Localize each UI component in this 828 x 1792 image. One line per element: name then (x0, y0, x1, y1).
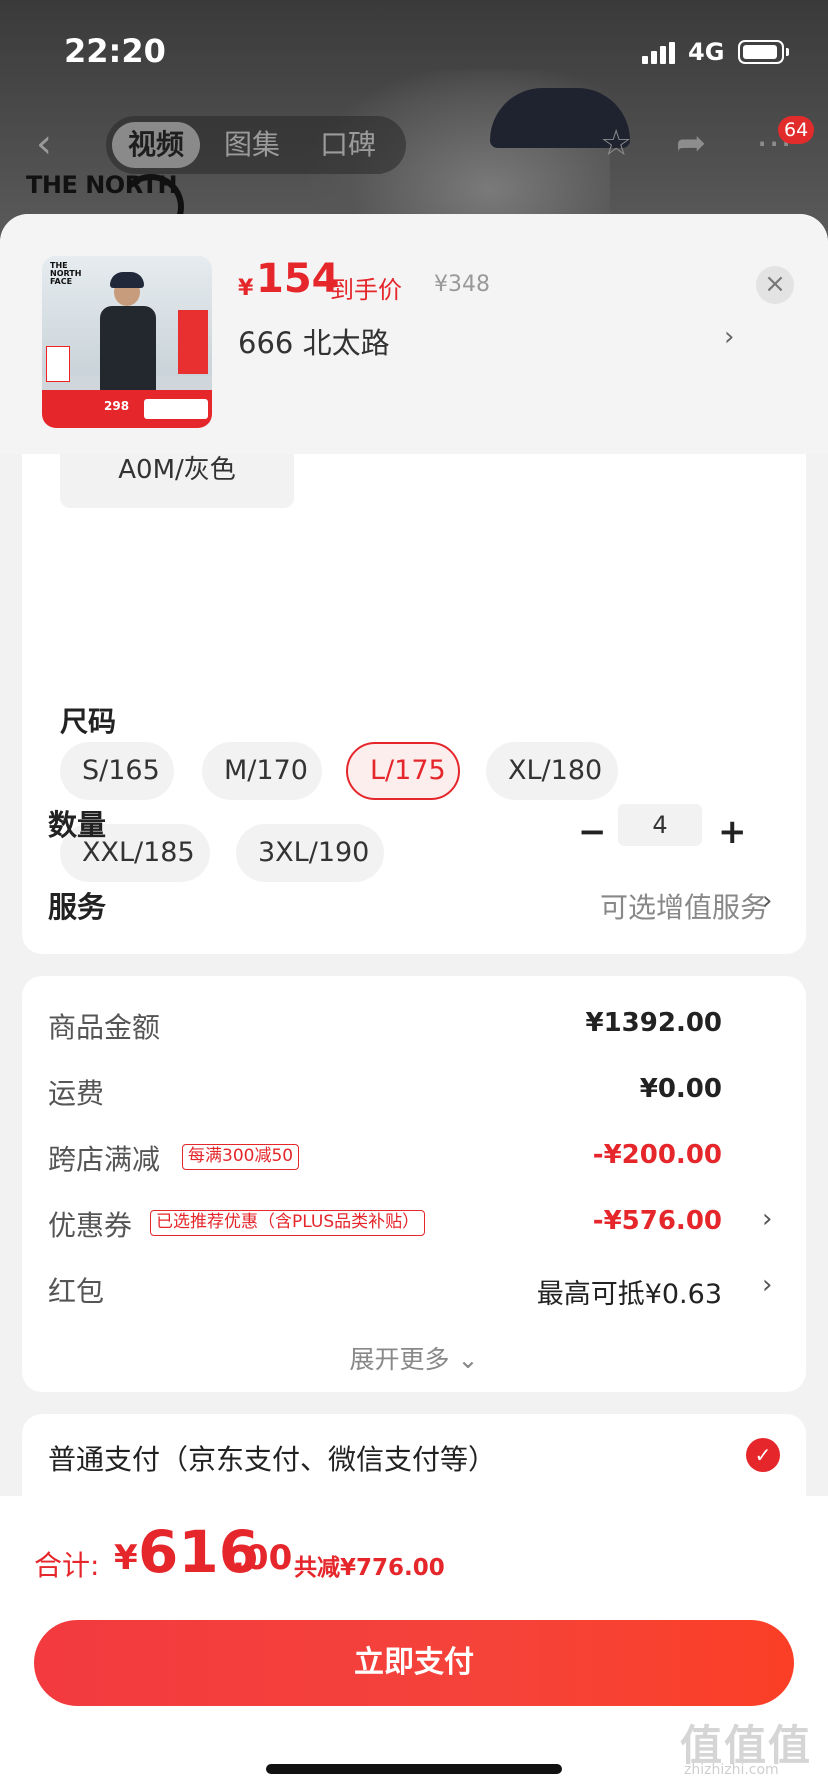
check-icon[interactable]: ✓ (746, 1438, 780, 1472)
size-option-m[interactable]: M/170 (202, 742, 322, 800)
final-price: 154 (256, 256, 340, 302)
network-type: 4G (688, 38, 725, 66)
price-breakdown-card: 商品金额 ¥1392.00 运费 ¥0.00 跨店满减 每满300减50 -¥2… (22, 976, 806, 1392)
service-value[interactable]: 可选增值服务 (600, 886, 768, 926)
chevron-right-icon[interactable]: › (762, 1270, 772, 1300)
message-badge: 64 (778, 116, 815, 144)
battery-icon (738, 40, 789, 64)
red-packet-label: 红包 (48, 1275, 105, 1308)
media-tabs: 视频 图集 口碑 (106, 116, 406, 174)
total-decimal: .00 (232, 1538, 293, 1578)
red-packet-value[interactable]: 最高可抵¥0.63 (537, 1272, 722, 1311)
coupon-tag: 已选推荐优惠（含PLUS品类补贴） (150, 1210, 426, 1236)
tab-gallery[interactable]: 图集 (208, 122, 296, 168)
size-option-xl[interactable]: XL/180 (486, 742, 618, 800)
size-option-s[interactable]: S/165 (60, 742, 174, 800)
service-label: 服务 (48, 890, 107, 924)
home-indicator[interactable] (266, 1764, 562, 1774)
size-option-3xl[interactable]: 3XL/190 (236, 824, 384, 882)
chevron-right-icon[interactable]: › (762, 886, 772, 916)
share-icon[interactable]: ➦ (676, 126, 706, 162)
discount-tag: 每满300减50 (182, 1144, 300, 1170)
size-title: 尺码 (60, 705, 117, 738)
coupon-label: 优惠券 (48, 1209, 133, 1242)
selected-spec[interactable]: 666 北太路 (238, 320, 390, 362)
options-card: A0M/灰色 尺码 S/165 M/170 L/175 XL/180 XXL/1… (22, 404, 806, 954)
minus-icon[interactable]: − (578, 812, 607, 852)
coupon-value[interactable]: -¥576.00 (593, 1206, 722, 1236)
payment-method-label: 普通支付（京东支付、微信支付等） (48, 1443, 497, 1476)
product-thumbnail: THE NORTH FACE 298 (42, 256, 212, 428)
status-time: 22:20 (64, 32, 166, 70)
shipping-label: 运费 (48, 1077, 105, 1110)
original-price: ¥348 (434, 272, 490, 297)
price-row-label: 商品金额 (48, 1011, 161, 1044)
close-icon[interactable]: × (756, 266, 794, 304)
watermark-url: zhizhizhi.com (684, 1762, 779, 1778)
size-option-l[interactable]: L/175 (346, 742, 460, 800)
expand-more-label: 展开更多 (349, 1345, 450, 1374)
tab-video[interactable]: 视频 (112, 122, 201, 168)
product-nav-bar: ‹ 视频 图集 口碑 ☆ ➦ ⋯ 64 (0, 110, 828, 180)
plus-icon[interactable]: + (718, 812, 747, 852)
total-currency: ¥ (114, 1538, 138, 1578)
price-currency: ¥ (238, 276, 254, 301)
total-label: 合计: (34, 1549, 100, 1582)
tab-reviews[interactable]: 口碑 (304, 122, 392, 168)
product-summary-header: THE NORTH FACE 298 ¥ 154 到手价 ¥348 666 北太路 … (0, 214, 828, 454)
status-bar: 22:20 4G (0, 0, 828, 100)
cross-store-discount-label: 跨店满减 (48, 1143, 161, 1176)
quantity-value[interactable]: 4 (618, 804, 702, 846)
chevron-down-icon: ⌄ (457, 1345, 479, 1374)
checkout-bar: 合计: ¥ 616 .00 共减¥776.00 立即支付 值值值 zhizhiz… (0, 1496, 828, 1792)
pay-now-button[interactable]: 立即支付 (34, 1620, 794, 1706)
back-icon[interactable]: ‹ (36, 124, 52, 164)
final-price-tag: 到手价 (330, 276, 402, 304)
price-row-value: ¥1392.00 (585, 1008, 722, 1038)
quantity-label: 数量 (48, 808, 107, 842)
thumb-price: 298 (104, 399, 130, 413)
chevron-right-icon[interactable]: › (762, 1204, 772, 1234)
shipping-value: ¥0.00 (639, 1074, 722, 1104)
star-icon[interactable]: ☆ (600, 126, 632, 162)
total-saved: 共减¥776.00 (294, 1555, 445, 1581)
expand-more-button[interactable]: 展开更多 ⌄ (22, 1340, 806, 1376)
signal-icon (642, 42, 676, 64)
chevron-right-icon[interactable]: › (724, 322, 734, 352)
cross-store-discount-value: -¥200.00 (592, 1140, 722, 1170)
